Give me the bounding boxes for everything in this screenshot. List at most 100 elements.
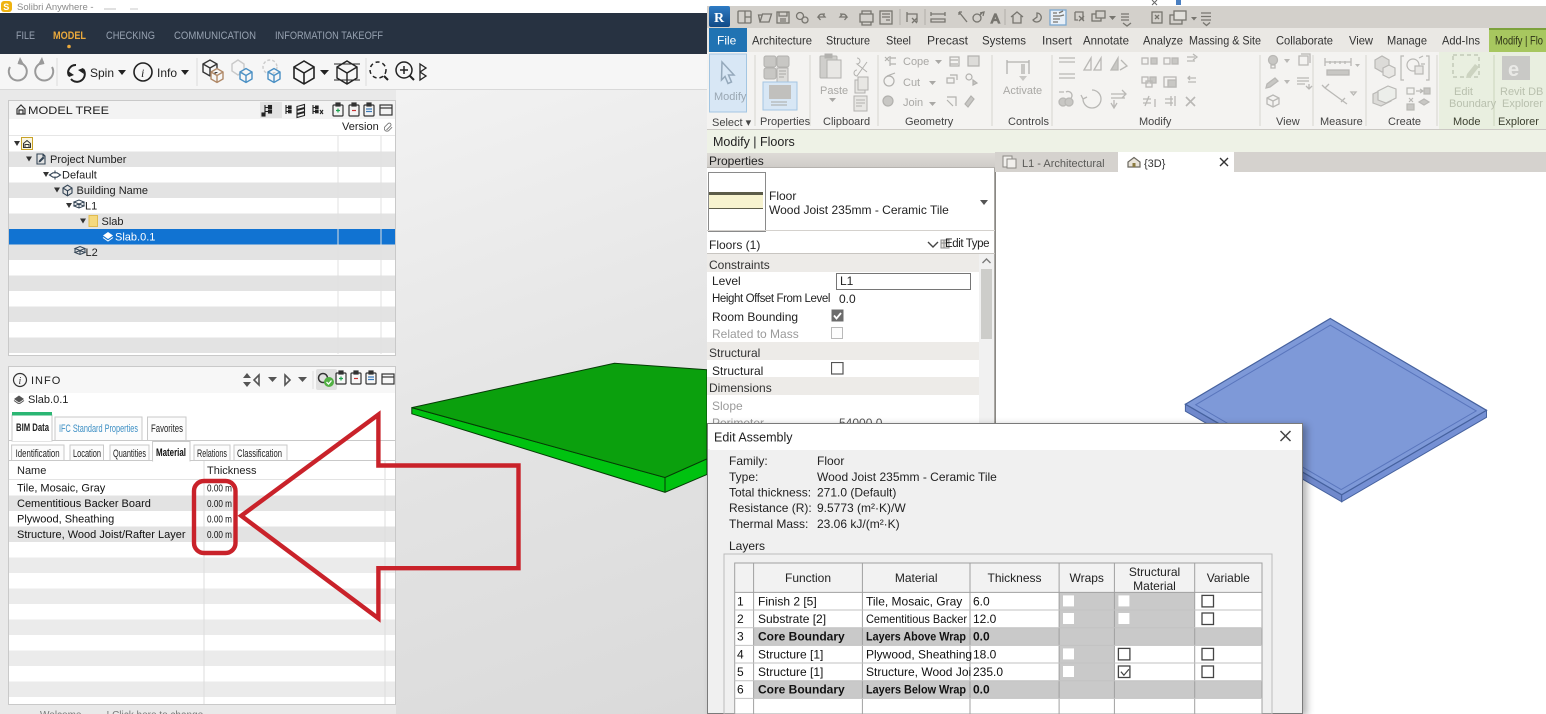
svg-text:Resistance (R):: Resistance (R): xyxy=(729,501,812,515)
svg-text:L1: L1 xyxy=(85,201,97,213)
svg-text:Plywood, Sheathing: Plywood, Sheathing xyxy=(17,514,114,526)
svg-text:Structure: Structure xyxy=(826,34,870,48)
svg-text:i: i xyxy=(141,66,144,80)
svg-text:INFORMATION TAKEOFF: INFORMATION TAKEOFF xyxy=(275,30,383,42)
svg-text:6.0: 6.0 xyxy=(973,594,990,608)
svg-text:Edit: Edit xyxy=(1454,86,1473,98)
svg-text:Building Name: Building Name xyxy=(77,185,149,197)
svg-text:Substrate [2]: Substrate [2] xyxy=(758,612,826,626)
svg-text:Quantities: Quantities xyxy=(113,448,146,460)
svg-text:12.0: 12.0 xyxy=(973,612,997,626)
svg-text:Tile, Mosaic, Gray: Tile, Mosaic, Gray xyxy=(17,483,106,495)
svg-text:Thickness: Thickness xyxy=(207,465,257,477)
svg-text:IFC Standard Properties: IFC Standard Properties xyxy=(59,423,138,435)
svg-text:Family:: Family: xyxy=(729,454,768,468)
svg-text:Explorer: Explorer xyxy=(1502,98,1543,110)
svg-text:271.0 (Default): 271.0 (Default) xyxy=(817,486,896,500)
svg-text:Total thickness:: Total thickness: xyxy=(729,486,811,500)
svg-text:Cementitious Backer: Cementitious Backer xyxy=(866,612,967,626)
svg-text:Finish 2 [5]: Finish 2 [5] xyxy=(758,594,817,608)
svg-text:Tile, Mosaic, Gray: Tile, Mosaic, Gray xyxy=(866,594,962,608)
svg-text:Manage: Manage xyxy=(1387,34,1427,48)
svg-text:Activate: Activate xyxy=(1003,85,1042,97)
svg-text:COMMUNICATION: COMMUNICATION xyxy=(174,30,256,42)
svg-text:Structure [1]: Structure [1] xyxy=(758,647,823,661)
svg-text:Layers: Layers xyxy=(729,539,765,553)
svg-text:23.06 kJ/(m²·K): 23.06 kJ/(m²·K) xyxy=(817,517,900,531)
svg-text:Structure, Wood Joist/Rafter L: Structure, Wood Joist/Rafter Layer xyxy=(17,529,186,541)
svg-text:File: File xyxy=(717,34,737,48)
svg-text:0.00 m: 0.00 m xyxy=(207,498,232,510)
svg-text:Wood Joist 235mm - Ceramic Til: Wood Joist 235mm - Ceramic Tile xyxy=(817,470,997,484)
svg-text:Favorites: Favorites xyxy=(151,423,183,435)
svg-text:{3D}: {3D} xyxy=(1144,158,1166,170)
svg-text:5: 5 xyxy=(737,665,744,679)
svg-text:Layers Below Wrap: Layers Below Wrap xyxy=(866,683,966,697)
svg-text:BIM Data: BIM Data xyxy=(16,422,50,434)
svg-text:Slab: Slab xyxy=(102,216,124,228)
svg-text:L1 - Architectural: L1 - Architectural xyxy=(1022,158,1105,170)
svg-text:Classification: Classification xyxy=(237,448,282,460)
svg-text:Spin: Spin xyxy=(90,66,114,80)
svg-text:Variable: Variable xyxy=(1207,571,1250,585)
svg-text:Structure, Wood Joi: Structure, Wood Joi xyxy=(866,665,971,679)
svg-text:Thickness: Thickness xyxy=(987,571,1041,585)
svg-text:9.5773 (m²·K)/W: 9.5773 (m²·K)/W xyxy=(817,501,906,515)
svg-text:A: A xyxy=(991,11,1000,26)
svg-text:Location: Location xyxy=(73,448,101,460)
svg-text:Architecture: Architecture xyxy=(752,34,812,48)
svg-text:Systems: Systems xyxy=(982,34,1026,48)
svg-text:Cope: Cope xyxy=(903,56,929,68)
svg-text:Layers Above Wrap: Layers Above Wrap xyxy=(866,630,966,644)
svg-text:Massing & Site: Massing & Site xyxy=(1189,34,1261,48)
svg-text:Modify: Modify xyxy=(714,91,747,103)
svg-text:Function: Function xyxy=(785,571,831,585)
svg-text:Type:: Type: xyxy=(729,470,758,484)
svg-text:Default: Default xyxy=(62,170,97,182)
svg-text:Edit Assembly: Edit Assembly xyxy=(714,431,793,445)
svg-text:Insert: Insert xyxy=(1042,34,1073,48)
svg-text:Material: Material xyxy=(895,571,938,585)
svg-text:Core Boundary: Core Boundary xyxy=(758,683,845,697)
svg-text:View: View xyxy=(1349,34,1373,48)
svg-text:Join: Join xyxy=(903,97,923,109)
svg-text:Add-Ins: Add-Ins xyxy=(1442,34,1480,48)
svg-text:Name: Name xyxy=(17,465,46,477)
svg-text:Identification: Identification xyxy=(16,448,60,460)
svg-text:INFO: INFO xyxy=(31,375,61,387)
svg-text:Floor: Floor xyxy=(817,454,844,468)
svg-text:Thermal Mass:: Thermal Mass: xyxy=(729,517,808,531)
svg-text:e: e xyxy=(1508,59,1519,81)
svg-text:Slab.0.1: Slab.0.1 xyxy=(115,232,155,244)
svg-text:Precast: Precast xyxy=(927,34,969,48)
svg-text:1: 1 xyxy=(737,594,744,608)
svg-text:CHECKING: CHECKING xyxy=(106,30,155,42)
svg-text:L2: L2 xyxy=(86,247,98,259)
svg-text:Structure [1]: Structure [1] xyxy=(758,665,823,679)
svg-text:2: 2 xyxy=(737,612,744,626)
svg-text:Core Boundary: Core Boundary xyxy=(758,630,845,644)
svg-text:Steel: Steel xyxy=(886,34,911,48)
svg-text:Wraps: Wraps xyxy=(1069,571,1103,585)
svg-text:i: i xyxy=(19,376,22,387)
svg-text:0.0: 0.0 xyxy=(973,630,990,644)
svg-text:MODEL TREE: MODEL TREE xyxy=(28,105,109,117)
svg-text:Plywood, Sheathing: Plywood, Sheathing xyxy=(866,647,972,661)
svg-text:0.0: 0.0 xyxy=(973,683,990,697)
svg-text:Material: Material xyxy=(1133,579,1176,593)
svg-text:0.00 m: 0.00 m xyxy=(207,514,232,526)
svg-text:6: 6 xyxy=(737,683,744,697)
svg-text:Boundary: Boundary xyxy=(1449,98,1497,110)
svg-text:0.00 m: 0.00 m xyxy=(207,529,232,541)
svg-text:Project Number: Project Number xyxy=(50,154,127,166)
svg-text:Paste: Paste xyxy=(820,85,848,97)
svg-text:MODEL: MODEL xyxy=(53,30,86,42)
svg-text:Annotate: Annotate xyxy=(1083,34,1129,48)
svg-text:Info: Info xyxy=(157,66,177,80)
svg-text:3: 3 xyxy=(737,630,744,644)
svg-text:18.0: 18.0 xyxy=(973,647,997,661)
svg-text:Revit DB: Revit DB xyxy=(1500,86,1543,98)
svg-text:4: 4 xyxy=(737,647,744,661)
svg-text:Structural: Structural xyxy=(1129,565,1180,579)
svg-text:Modify | Flo: Modify | Flo xyxy=(1495,34,1543,48)
